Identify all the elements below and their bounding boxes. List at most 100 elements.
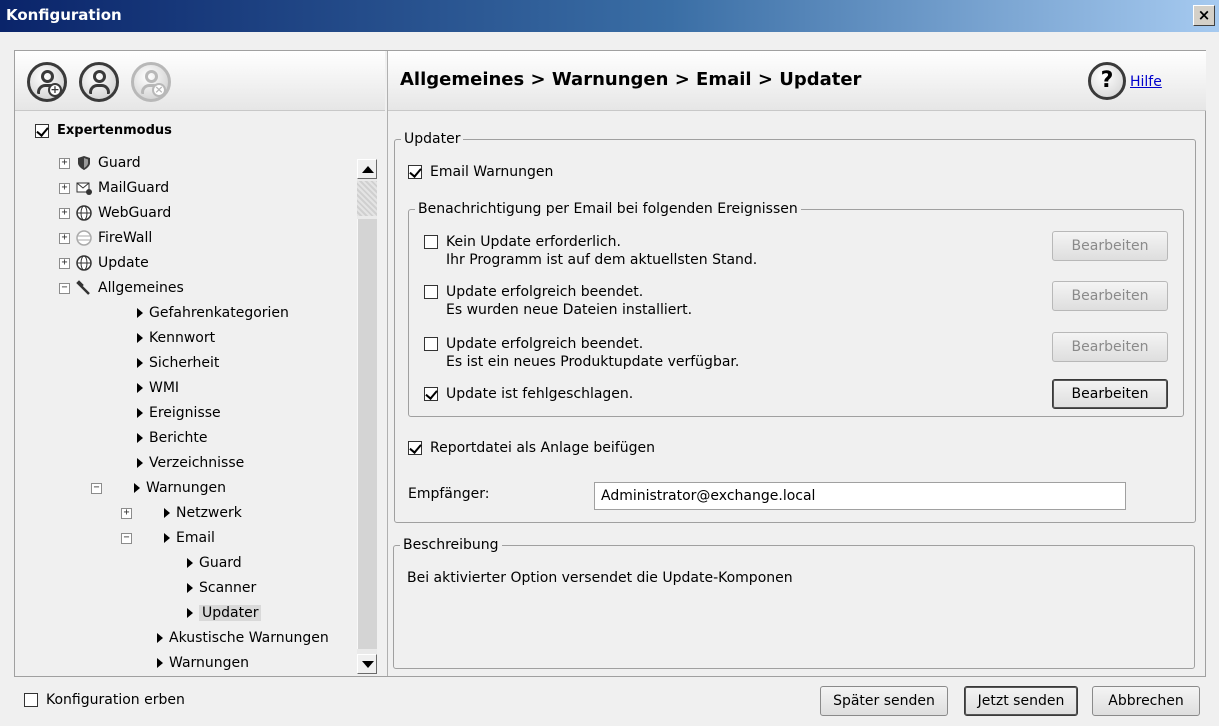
scroll-up-button[interactable] — [357, 159, 377, 179]
inherit-config-option[interactable]: Konfiguration erben — [24, 692, 185, 708]
notify-line1: Update erfolgreich beendet. — [446, 284, 644, 300]
scroll-track[interactable] — [357, 219, 377, 649]
help-icon[interactable]: ? — [1088, 62, 1126, 100]
tree-item-label: Kennwort — [149, 330, 216, 346]
scroll-thumb[interactable] — [357, 181, 377, 216]
edit-button-failed[interactable]: Bearbeiten — [1052, 379, 1168, 409]
expand-toggle[interactable]: + — [59, 257, 70, 269]
close-button[interactable]: × — [1193, 5, 1215, 26]
attach-report-checkbox[interactable] — [408, 441, 422, 455]
tree-item-label: Verzeichnisse — [149, 455, 245, 471]
tree-item-kennwort[interactable]: Kennwort — [137, 327, 215, 349]
tree-item-email-updater[interactable]: Updater — [187, 602, 262, 624]
tree-item-webguard[interactable]: + WebGuard — [59, 202, 171, 224]
bullet-arrow-icon — [187, 583, 193, 593]
send-now-button[interactable]: Jetzt senden — [964, 686, 1078, 716]
user-head-icon — [93, 70, 106, 83]
tree-item-label: Update — [98, 255, 149, 271]
user-head-icon — [145, 70, 158, 83]
notify-checkbox[interactable] — [424, 285, 438, 299]
expand-toggle[interactable]: + — [121, 507, 132, 519]
notify-item-failed[interactable]: Update ist fehlgeschlagen. — [424, 385, 633, 403]
bullet-arrow-icon — [164, 533, 170, 543]
bullet-arrow-icon — [187, 558, 193, 568]
tree-item-gefahrenkategorien[interactable]: Gefahrenkategorien — [137, 302, 289, 324]
bullet-arrow-icon — [137, 383, 143, 393]
wrench-icon — [76, 280, 90, 295]
description-group-legend: Beschreibung — [403, 537, 499, 553]
update-globe-icon — [76, 255, 92, 271]
tree-item-label: Scanner — [199, 580, 257, 596]
add-user-button[interactable]: + — [27, 62, 67, 102]
tree-item-label: Netzwerk — [176, 505, 242, 521]
notify-checkbox[interactable] — [424, 337, 438, 351]
plus-icon: + — [48, 83, 62, 97]
notify-line1: Kein Update erforderlich. — [446, 234, 621, 250]
notify-item-success-files[interactable]: Update erfolgreich beendet. Es wurden ne… — [424, 283, 692, 319]
expand-toggle[interactable]: + — [59, 232, 70, 244]
expand-toggle[interactable]: + — [59, 182, 70, 194]
tree-item-sicherheit[interactable]: Sicherheit — [137, 352, 219, 374]
inherit-config-checkbox[interactable] — [24, 693, 38, 707]
notify-item-no-update[interactable]: Kein Update erforderlich. Ihr Programm i… — [424, 233, 757, 269]
email-warnings-checkbox[interactable] — [408, 165, 422, 179]
config-frame: + × Expertenmodus + Guard + MailGuard + … — [14, 50, 1206, 677]
tree-item-verzeichnisse[interactable]: Verzeichnisse — [137, 452, 244, 474]
tree-item-label: WebGuard — [98, 205, 172, 221]
tree-item-warnungen-2[interactable]: Warnungen — [157, 652, 249, 674]
collapse-toggle[interactable]: − — [121, 532, 132, 544]
tree-item-ereignisse[interactable]: Ereignisse — [137, 402, 221, 424]
tree-item-wmi[interactable]: WMI — [137, 377, 179, 399]
email-warnings-option[interactable]: Email Warnungen — [408, 163, 553, 181]
tree-item-akustische-warnungen[interactable]: Akustische Warnungen — [157, 627, 329, 649]
expert-mode-checkbox[interactable] — [35, 123, 49, 138]
tree-scrollbar[interactable] — [357, 159, 377, 674]
bullet-arrow-icon — [137, 433, 143, 443]
notify-line2: Ihr Programm ist auf dem aktuellsten Sta… — [446, 252, 758, 268]
edit-button-no-update[interactable]: Bearbeiten — [1052, 231, 1168, 261]
edit-button-success-files[interactable]: Bearbeiten — [1052, 281, 1168, 311]
scroll-down-button[interactable] — [357, 654, 377, 674]
bullet-arrow-icon — [137, 408, 143, 418]
attach-report-option[interactable]: Reportdatei als Anlage beifügen — [408, 439, 655, 457]
recipient-input[interactable]: Administrator@exchange.local — [594, 482, 1126, 510]
tree-item-guard[interactable]: + Guard — [59, 152, 141, 174]
inherit-config-label: Konfiguration erben — [46, 692, 185, 708]
updater-group-legend: Updater — [404, 131, 461, 147]
remove-user-button[interactable]: × — [131, 62, 171, 102]
user-head-icon — [41, 70, 54, 83]
tree-item-email-scanner[interactable]: Scanner — [187, 577, 256, 599]
send-later-button[interactable]: Später senden — [820, 686, 948, 716]
edit-button-success-product[interactable]: Bearbeiten — [1052, 332, 1168, 362]
tree-item-update[interactable]: + Update — [59, 252, 149, 274]
expert-mode-toggle[interactable]: Expertenmodus — [35, 123, 172, 138]
tree-item-firewall[interactable]: + FireWall — [59, 227, 152, 249]
tree-item-label: Allgemeines — [98, 280, 184, 296]
tree-item-mailguard[interactable]: + MailGuard — [59, 177, 169, 199]
collapse-toggle[interactable]: − — [59, 282, 70, 294]
bullet-arrow-icon — [134, 483, 140, 493]
notify-item-success-product[interactable]: Update erfolgreich beendet. Es ist ein n… — [424, 335, 739, 371]
cancel-button[interactable]: Abbrechen — [1092, 686, 1200, 716]
tree-item-berichte[interactable]: Berichte — [137, 427, 208, 449]
expert-mode-label: Expertenmodus — [57, 123, 172, 138]
shield-icon — [78, 156, 90, 170]
tree-item-label: WMI — [149, 380, 180, 396]
tree-item-email[interactable]: − Email — [121, 527, 215, 549]
expand-toggle[interactable]: + — [59, 157, 70, 169]
collapse-toggle[interactable]: − — [91, 482, 102, 494]
notify-checkbox[interactable] — [424, 387, 438, 401]
notify-line1: Update erfolgreich beendet. — [446, 336, 644, 352]
tree-item-email-guard[interactable]: Guard — [187, 552, 242, 574]
tree-item-label: FireWall — [98, 230, 153, 246]
tree-item-allgemeines[interactable]: − Allgemeines — [59, 277, 184, 299]
mail-icon — [76, 182, 92, 195]
tree-item-warnungen[interactable]: − Warnungen — [91, 477, 226, 499]
user-profile-button[interactable] — [79, 62, 119, 102]
bullet-arrow-icon — [164, 508, 170, 518]
expand-toggle[interactable]: + — [59, 207, 70, 219]
tree-item-netzwerk[interactable]: + Netzwerk — [121, 502, 242, 524]
help-link[interactable]: Hilfe — [1130, 74, 1162, 90]
notify-checkbox[interactable] — [424, 235, 438, 249]
bullet-arrow-icon — [137, 358, 143, 368]
